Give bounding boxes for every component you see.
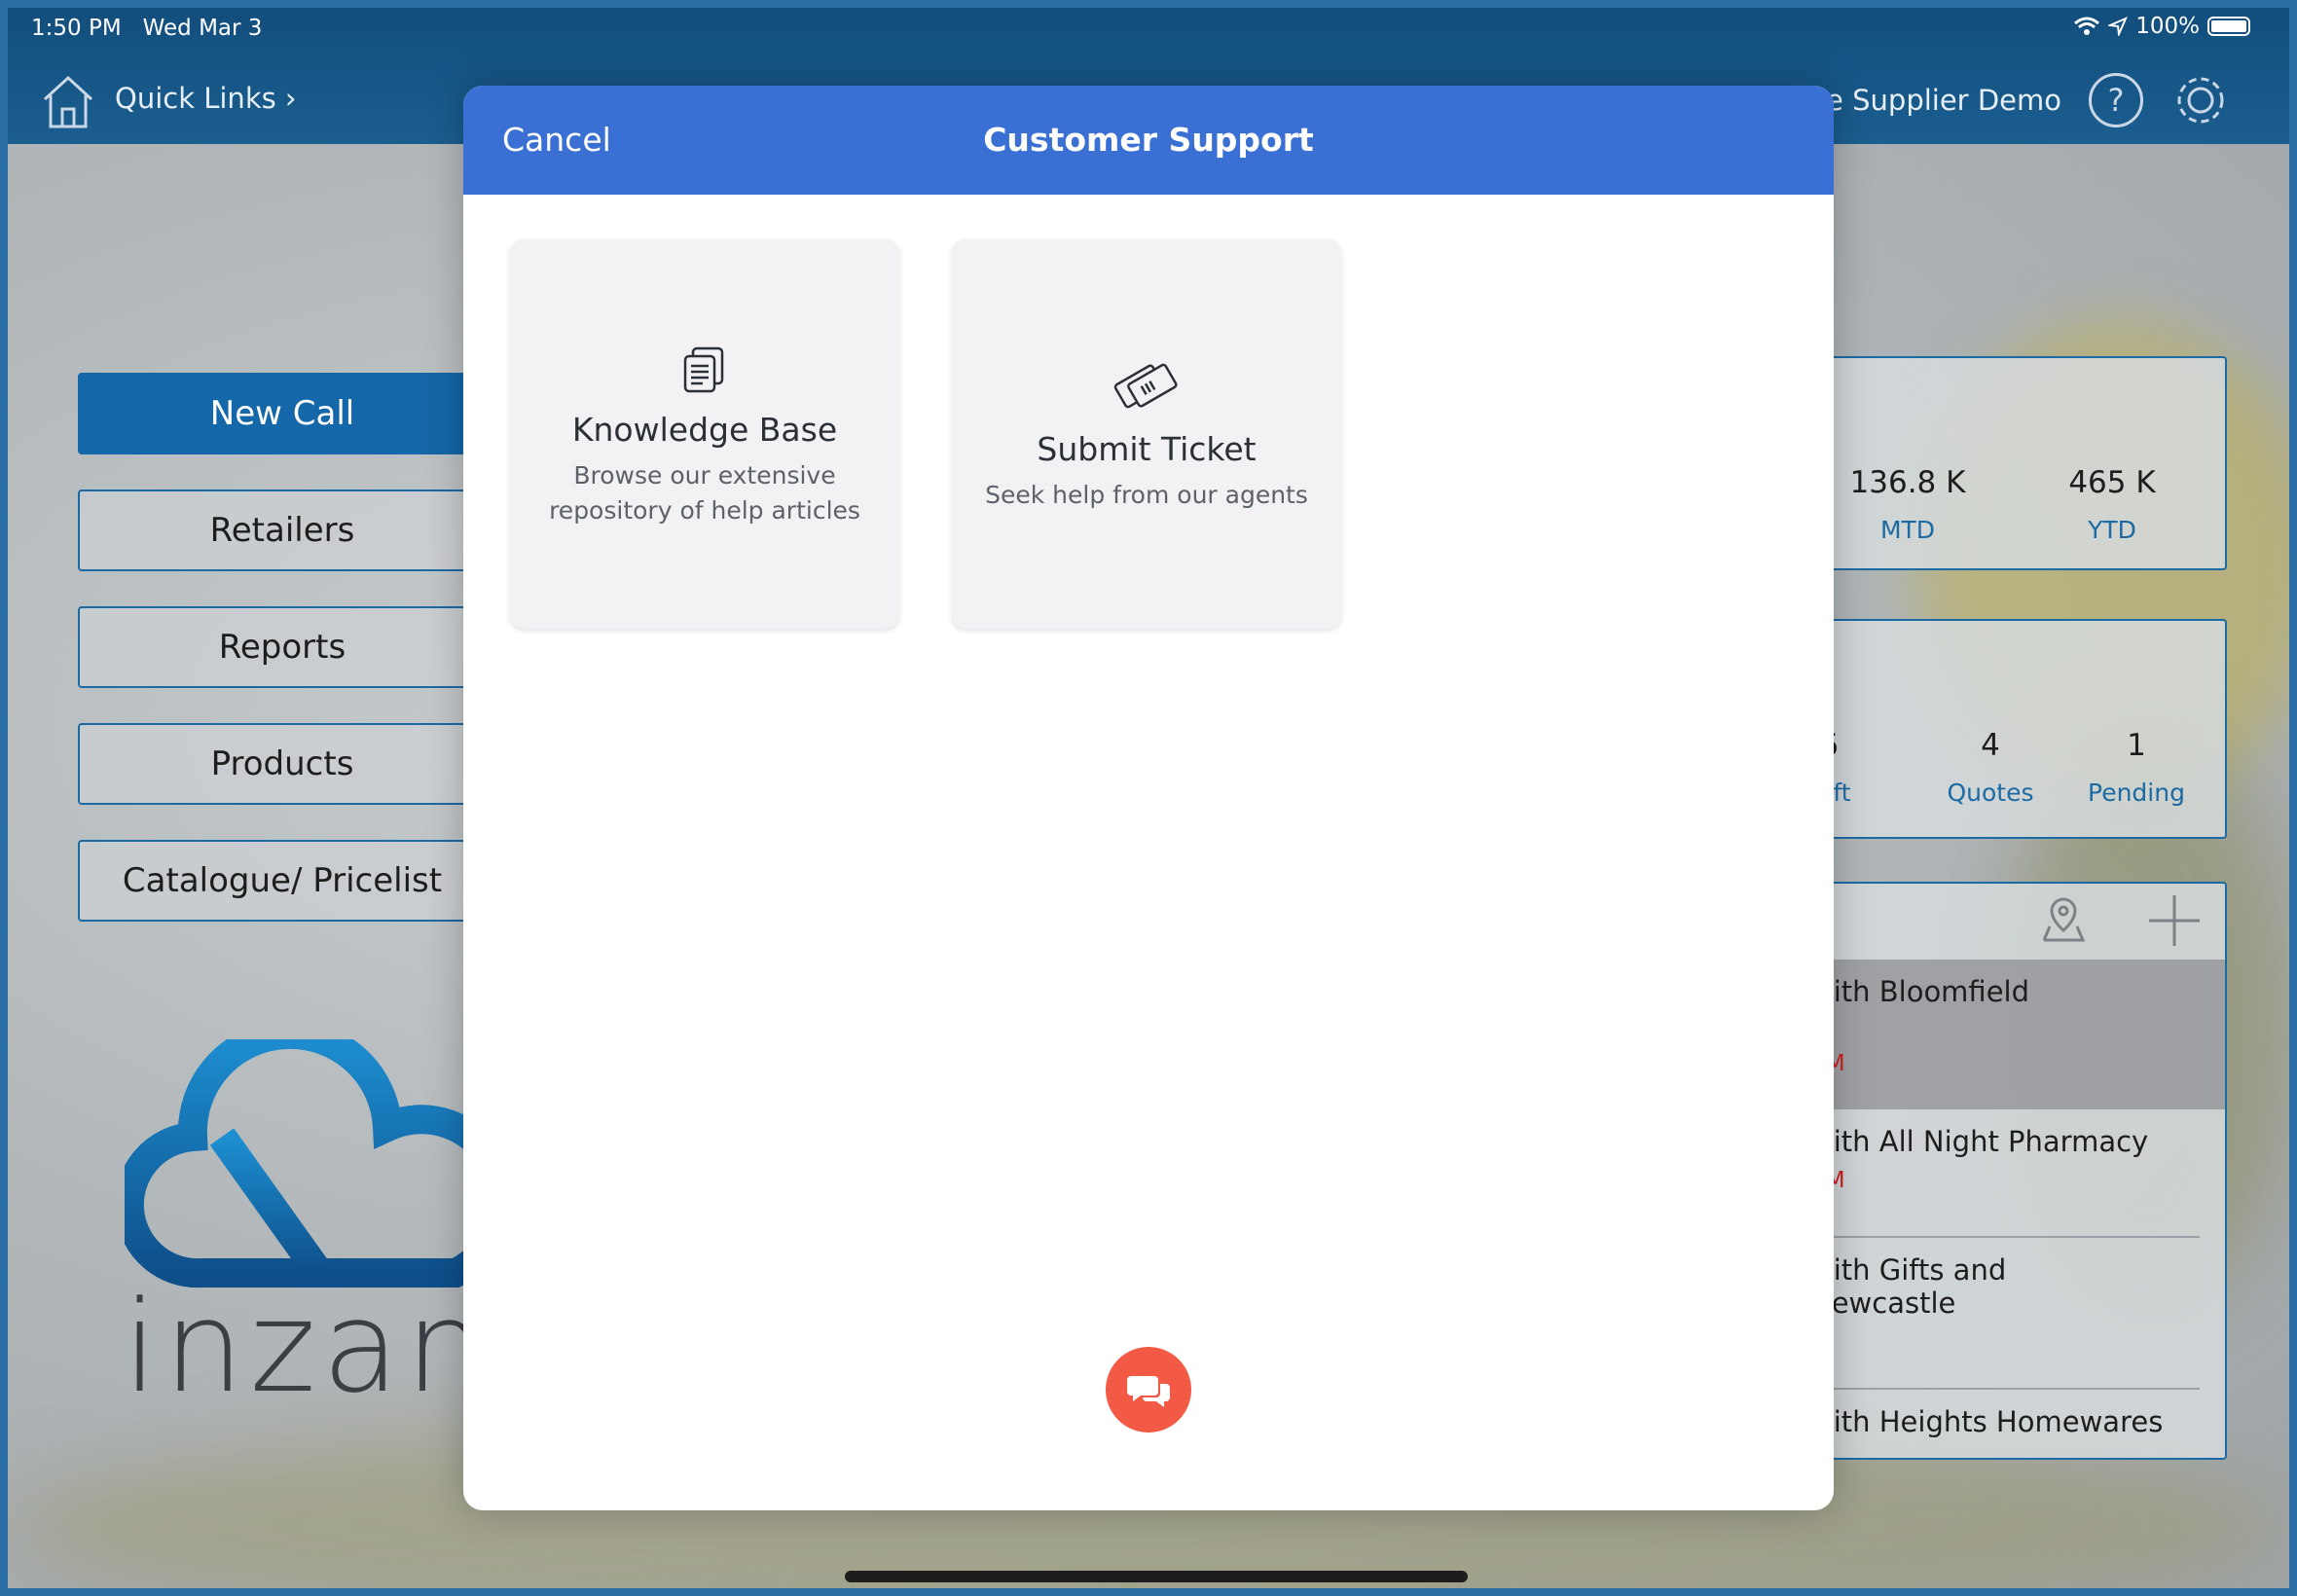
modal-title: Customer Support	[983, 121, 1314, 159]
gear-icon[interactable]	[2170, 70, 2231, 130]
call-item[interactable]: with Gifts and Newcastle PM	[1781, 1253, 2225, 1355]
call-time: AM	[1810, 1051, 2225, 1076]
sales-panel: 136.8 K MTD 465 K YTD	[1779, 356, 2227, 570]
add-icon[interactable]	[2147, 893, 2202, 948]
pending-label: Pending	[2088, 779, 2185, 807]
call-item[interactable]: with All Night Pharmacy AM	[1781, 1125, 2225, 1193]
cloud-logo-icon	[125, 1039, 475, 1288]
documents-icon	[683, 346, 724, 393]
battery-icon	[2207, 17, 2250, 36]
call-title: with Heights Homewares	[1810, 1405, 2164, 1438]
divider	[1810, 1388, 2200, 1390]
ytd-stat: 465 K YTD	[2024, 465, 2200, 544]
pending-stat[interactable]: 1 Pending	[2063, 728, 2209, 807]
help-button[interactable]: ?	[2089, 73, 2143, 127]
home-indicator[interactable]	[845, 1571, 1468, 1582]
call-time: AM	[1810, 1168, 2225, 1193]
ticket-icon	[1113, 363, 1178, 409]
divider	[1810, 1236, 2200, 1238]
call-item[interactable]: with Bloomfield ry AM	[1781, 960, 2225, 1109]
card-description: Browse our extensive repository of help …	[510, 458, 899, 528]
call-subtitle: ry	[1801, 1008, 2225, 1041]
mtd-label: MTD	[1879, 516, 1936, 544]
mtd-stat: 136.8 K MTD	[1820, 465, 1995, 544]
submit-ticket-card[interactable]: Submit Ticket Seek help from our agents	[952, 239, 1341, 629]
call-title: with All Night Pharmacy	[1810, 1125, 2149, 1158]
card-title: Submit Ticket	[1037, 430, 1257, 468]
chat-button[interactable]	[1106, 1347, 1191, 1433]
knowledge-base-card[interactable]: Knowledge Base Browse our extensive repo…	[510, 239, 899, 629]
quotes-stat[interactable]: 4 Quotes	[1917, 728, 2063, 807]
call-item[interactable]: with Heights Homewares	[1781, 1405, 2225, 1438]
card-description-line: Seek help from our agents	[985, 481, 1308, 509]
battery-percent: 100%	[2135, 14, 2200, 39]
call-title: with Gifts and	[1810, 1253, 2007, 1287]
mtd-value: 136.8 K	[1849, 465, 1966, 500]
home-icon[interactable]	[37, 70, 99, 132]
ytd-value: 465 K	[2068, 465, 2156, 500]
card-description-line: Browse our extensive	[573, 461, 836, 490]
card-description: Seek help from our agents	[952, 478, 1341, 513]
location-arrow-icon	[2108, 17, 2129, 36]
quotes-value: 4	[1981, 728, 2000, 763]
reports-button[interactable]: Reports	[78, 606, 487, 688]
card-description-line: repository of help articles	[549, 496, 860, 525]
quotes-label: Quotes	[1947, 779, 2034, 807]
chat-bubbles-icon	[1127, 1376, 1170, 1407]
status-right: 100%	[2073, 14, 2250, 39]
call-time: PM	[1801, 1329, 2225, 1355]
modal-header: Cancel Customer Support	[463, 86, 1834, 195]
retailers-button[interactable]: Retailers	[78, 490, 487, 571]
map-pin-icon[interactable]	[2034, 891, 2093, 950]
main-menu: New Call Retailers Reports Products Cata…	[78, 373, 487, 957]
ytd-label: YTD	[2088, 516, 2136, 544]
calls-panel: with Bloomfield ry AM with All Night Pha…	[1779, 882, 2227, 1460]
new-call-button[interactable]: New Call	[78, 373, 487, 454]
customer-support-modal: Cancel Customer Support Knowledge Base B…	[463, 86, 1834, 1510]
wifi-icon	[2074, 17, 2100, 35]
app-frame: 1:50 PM Wed Mar 3 100% Quick Links › Sin…	[8, 8, 2289, 1588]
quick-links-link[interactable]: Quick Links ›	[115, 82, 297, 115]
status-bar: 1:50 PM Wed Mar 3 100%	[8, 8, 2289, 51]
card-title: Knowledge Base	[571, 411, 838, 449]
call-subtitle: Newcastle	[1810, 1287, 1956, 1320]
pending-value: 1	[2127, 728, 2146, 763]
catalogue-button[interactable]: Catalogue/ Pricelist	[78, 840, 487, 922]
call-title: with Bloomfield	[1810, 975, 2030, 1008]
orders-panel: 35 Draft 4 Quotes 1 Pending	[1779, 619, 2227, 839]
products-button[interactable]: Products	[78, 723, 487, 805]
status-time: 1:50 PM Wed Mar 3	[31, 16, 263, 41]
